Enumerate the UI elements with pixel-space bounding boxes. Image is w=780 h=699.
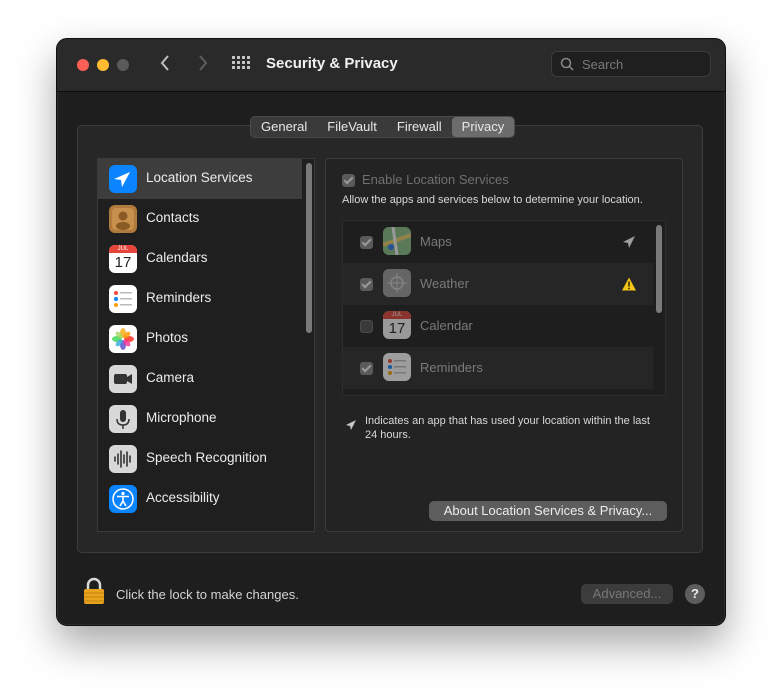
calendar-icon: JUL 17 xyxy=(383,311,411,339)
sidebar-item-microphone[interactable]: Microphone xyxy=(98,399,302,439)
app-name: Reminders xyxy=(420,360,483,375)
camera-icon xyxy=(109,365,137,393)
maps-icon xyxy=(383,227,411,255)
tab-general[interactable]: General xyxy=(251,117,317,137)
location-arrow-icon xyxy=(623,236,635,248)
zoom-button[interactable] xyxy=(117,59,129,71)
app-name: Calendar xyxy=(420,318,473,333)
sidebar-item-label: Location Services xyxy=(146,170,253,185)
lock-icon[interactable] xyxy=(83,577,105,605)
search-icon xyxy=(560,57,574,71)
app-list: Maps Weather JUL 17 Calendar Reminders xyxy=(342,220,666,396)
microphone-icon xyxy=(109,405,137,433)
app-name: Weather xyxy=(420,276,469,291)
sidebar-item-label: Camera xyxy=(146,370,195,385)
app-row-weather[interactable]: Weather xyxy=(343,263,653,305)
sidebar-item-label: Contacts xyxy=(146,210,200,225)
advanced-button[interactable]: Advanced... xyxy=(581,584,673,604)
tab-firewall[interactable]: Firewall xyxy=(387,117,452,137)
sidebar-item-label: Microphone xyxy=(146,410,217,425)
recent-location-note: Indicates an app that has used your loca… xyxy=(365,415,650,441)
sidebar-item-contacts[interactable]: Contacts xyxy=(98,199,302,239)
app-row-maps[interactable]: Maps xyxy=(343,221,653,263)
app-checkbox[interactable] xyxy=(360,362,373,375)
sidebar-item-speech-recognition[interactable]: Speech Recognition xyxy=(98,439,302,479)
preferences-window: Security & Privacy Search General FileVa… xyxy=(56,38,726,626)
tab-filevault[interactable]: FileVault xyxy=(317,117,387,137)
sidebar-scrollbar[interactable] xyxy=(306,163,312,333)
app-row-calendar[interactable]: JUL 17 Calendar xyxy=(343,305,653,347)
back-button[interactable] xyxy=(159,54,171,76)
show-all-grid-icon[interactable] xyxy=(232,56,250,74)
sidebar-item-label: Accessibility xyxy=(146,490,220,505)
tab-bar: General FileVault Firewall Privacy xyxy=(250,116,516,138)
lock-message: Click the lock to make changes. xyxy=(116,587,299,602)
app-checkbox[interactable] xyxy=(360,278,373,291)
contacts-icon xyxy=(109,205,137,233)
calendar-month: JUL xyxy=(383,311,411,319)
reminders-icon xyxy=(109,285,137,313)
photos-icon xyxy=(109,325,137,353)
privacy-category-list: Location Services Contacts JUL 17 Calend… xyxy=(97,158,315,532)
warning-icon xyxy=(622,277,636,291)
minimize-button[interactable] xyxy=(97,59,109,71)
about-location-privacy-button[interactable]: About Location Services & Privacy... xyxy=(429,501,667,521)
tab-privacy[interactable]: Privacy xyxy=(451,117,515,137)
calendar-day: 17 xyxy=(114,254,132,271)
reminders-icon xyxy=(383,353,411,381)
help-button[interactable]: ? xyxy=(685,584,705,604)
app-name: Maps xyxy=(420,234,452,249)
calendar-day: 17 xyxy=(388,320,406,337)
title-bar: Security & Privacy Search xyxy=(57,39,725,92)
sidebar-item-camera[interactable]: Camera xyxy=(98,359,302,399)
sidebar-item-accessibility[interactable]: Accessibility xyxy=(98,479,302,519)
calendar-month: JUL xyxy=(109,245,137,253)
app-checkbox[interactable] xyxy=(360,236,373,249)
location-arrow-icon xyxy=(346,420,356,430)
sidebar-item-reminders[interactable]: Reminders xyxy=(98,279,302,319)
sidebar-item-label: Speech Recognition xyxy=(146,450,267,465)
sidebar-item-label: Calendars xyxy=(146,250,208,265)
chevron-left-icon xyxy=(160,55,169,71)
app-row-reminders[interactable]: Reminders xyxy=(343,347,653,389)
location-services-pane: Enable Location Services Allow the apps … xyxy=(325,158,683,532)
forward-button[interactable] xyxy=(197,54,209,76)
enable-location-label: Enable Location Services xyxy=(362,172,509,187)
window-title: Security & Privacy xyxy=(266,55,398,72)
calendar-icon: JUL 17 xyxy=(109,245,137,273)
enable-location-checkbox[interactable] xyxy=(342,174,355,187)
sidebar-item-label: Photos xyxy=(146,330,189,345)
chevron-right-icon xyxy=(199,55,208,71)
sidebar-item-calendars[interactable]: JUL 17 Calendars xyxy=(98,239,302,279)
close-button[interactable] xyxy=(77,59,89,71)
sidebar-item-photos[interactable]: Photos xyxy=(98,319,302,359)
search-placeholder: Search xyxy=(582,57,624,72)
search-field[interactable]: Search xyxy=(551,51,711,77)
accessibility-icon xyxy=(109,485,137,513)
app-list-scrollbar[interactable] xyxy=(656,225,662,313)
weather-icon xyxy=(383,269,411,297)
app-checkbox[interactable] xyxy=(360,320,373,333)
location-description: Allow the apps and services below to det… xyxy=(342,194,643,206)
sidebar-item-location-services[interactable]: Location Services xyxy=(98,159,302,199)
sidebar-item-label: Reminders xyxy=(146,290,212,305)
speech-recognition-icon xyxy=(109,445,137,473)
location-arrow-icon xyxy=(109,165,137,193)
